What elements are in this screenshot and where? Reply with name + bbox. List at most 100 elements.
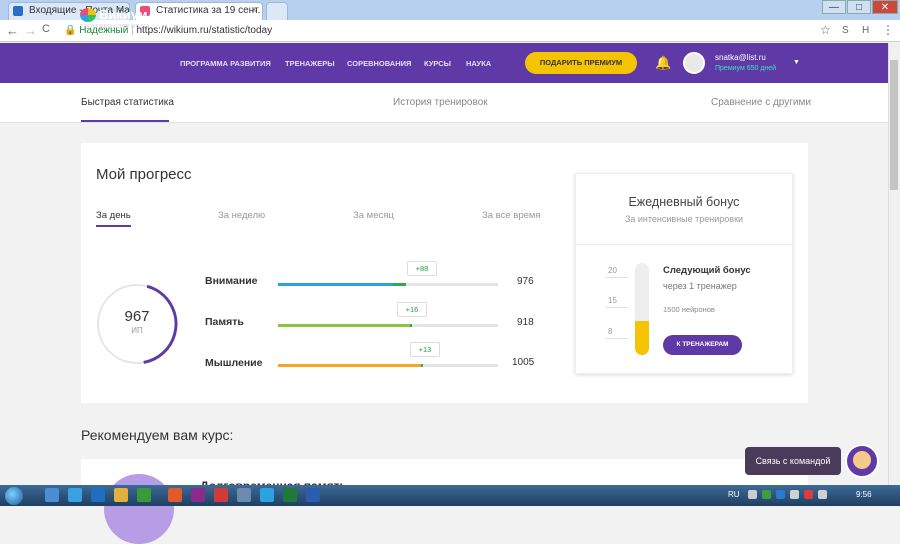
skill-bar-fill: [278, 364, 423, 367]
tray-icon[interactable]: [790, 490, 799, 499]
taskbar-app-icon[interactable]: [168, 488, 182, 502]
tab-quick-stats[interactable]: Быстрая статистика: [81, 97, 174, 108]
bonus-title: Ежедневный бонус: [628, 195, 740, 209]
skill-bar-thinking: [278, 364, 498, 367]
skill-bar-fill: [278, 283, 406, 286]
logo-icon[interactable]: [80, 8, 96, 22]
bell-icon[interactable]: 🔔: [655, 55, 671, 71]
scale-line: [606, 338, 628, 339]
user-email[interactable]: snatka@list.ru: [715, 53, 766, 62]
chevron-down-icon[interactable]: ▼: [793, 59, 800, 66]
menu-icon[interactable]: ⋮: [882, 23, 894, 37]
forward-arrow-icon[interactable]: →: [24, 23, 37, 38]
tray-icon[interactable]: [804, 490, 813, 499]
tab-compare-others[interactable]: Сравнение с другими: [711, 97, 811, 108]
active-period-indicator: [96, 225, 131, 227]
divider: [576, 244, 792, 245]
taskbar: RU 9:56: [0, 485, 900, 506]
gift-premium-button[interactable]: ПОДАРИТЬ ПРЕМИУМ: [525, 52, 637, 74]
reload-icon[interactable]: C: [42, 23, 50, 35]
scale-line: [606, 307, 628, 308]
taskbar-app-icon[interactable]: [214, 488, 228, 502]
bookmark-star-icon[interactable]: ☆: [820, 23, 831, 37]
clock[interactable]: 9:56: [856, 490, 872, 499]
extension-icon[interactable]: H: [862, 25, 869, 36]
url-field[interactable]: 🔒 Надежный | https://wikium.ru/statistic…: [64, 22, 834, 40]
skill-name-memory: Память: [205, 316, 244, 328]
progress-title: Мой прогресс: [96, 166, 192, 183]
new-tab-button[interactable]: [266, 2, 288, 20]
input-language[interactable]: RU: [728, 490, 740, 499]
taskbar-app-icon[interactable]: [45, 488, 59, 502]
skill-value-thinking: 1005: [512, 357, 535, 368]
logo-subtitle: ТРЕНАЖЕРЫ ДЛЯ МОЗГА: [80, 24, 150, 30]
skill-name-attention: Внимание: [205, 275, 258, 287]
active-tab-indicator: [81, 120, 169, 122]
taskbar-app-icon[interactable]: [137, 488, 151, 502]
nav-development-program[interactable]: ПРОГРАММА РАЗВИТИЯ: [180, 59, 271, 68]
next-bonus-title: Следующий бонус: [663, 265, 751, 276]
skill-bar-fill: [278, 324, 412, 327]
tray-icon[interactable]: [762, 490, 771, 499]
scale-line: [606, 277, 628, 278]
skill-gain-badge: +88: [407, 261, 437, 276]
contact-team-button[interactable]: Связь с командой: [745, 447, 841, 475]
period-month[interactable]: За месяц: [353, 210, 394, 221]
score-value: 967: [124, 308, 150, 325]
url-text: https://wikium.ru/statistic/today: [136, 25, 273, 36]
skill-gain-badge: +13: [410, 342, 440, 357]
tray-icon[interactable]: [776, 490, 785, 499]
nav-trainers[interactable]: ТРЕНАЖЕРЫ: [285, 59, 335, 68]
nav-courses[interactable]: КУРСЫ: [424, 59, 451, 68]
avatar[interactable]: [683, 52, 705, 74]
lock-icon: 🔒: [64, 25, 77, 36]
tab-training-history[interactable]: История тренировок: [393, 97, 488, 108]
bonus-neurons: 1500 нейронов: [663, 305, 715, 314]
start-button-icon[interactable]: [5, 487, 23, 505]
tray-icon[interactable]: [748, 490, 757, 499]
bonus-meter-fill: [635, 320, 649, 355]
tray-icon[interactable]: [818, 490, 827, 499]
back-arrow-icon[interactable]: ←: [6, 23, 19, 38]
skill-value-memory: 918: [517, 317, 534, 328]
taskbar-app-icon[interactable]: [260, 488, 274, 502]
taskbar-app-icon[interactable]: [191, 488, 205, 502]
to-trainers-button[interactable]: К ТРЕНАЖЕРАМ: [663, 335, 742, 355]
stats-subnav: Быстрая статистика История тренировок Ср…: [0, 83, 888, 123]
mail-icon: [13, 6, 23, 16]
period-all-time[interactable]: За все время: [482, 210, 541, 221]
skill-bar-attention: [278, 283, 498, 286]
taskbar-app-icon[interactable]: [306, 488, 320, 502]
user-premium-status: Премиум 650 дней: [715, 65, 777, 72]
next-bonus-subtitle: через 1 тренажер: [663, 281, 737, 291]
skype-extension-icon[interactable]: S: [842, 25, 849, 36]
taskbar-app-icon[interactable]: [91, 488, 105, 502]
tab-close-icon[interactable]: ×: [251, 3, 257, 19]
period-day[interactable]: За день: [96, 210, 131, 221]
taskbar-app-icon[interactable]: [68, 488, 82, 502]
period-week[interactable]: За неделю: [218, 210, 265, 221]
skill-bar-gain: [393, 283, 406, 286]
skill-bar-memory: [278, 324, 498, 327]
bonus-meter: [635, 263, 649, 355]
tab-statistics[interactable]: Статистика за 19 сент. 2 ×: [135, 2, 263, 20]
logo-name[interactable]: Викиум: [99, 7, 148, 22]
scale-label: 8: [608, 327, 613, 336]
nav-science[interactable]: НАУКА: [466, 59, 491, 68]
skill-value-attention: 976: [517, 276, 534, 287]
scale-label: 15: [608, 296, 617, 305]
taskbar-app-icon[interactable]: [237, 488, 251, 502]
maximize-button[interactable]: □: [847, 0, 871, 14]
minimize-button[interactable]: —: [822, 0, 846, 14]
taskbar-app-icon[interactable]: [114, 488, 128, 502]
skill-bar-gain: [410, 324, 412, 327]
taskbar-app-icon[interactable]: [283, 488, 297, 502]
skill-gain-badge: +16: [397, 302, 427, 317]
scrollbar-thumb[interactable]: [890, 60, 898, 190]
support-face-icon: [853, 451, 871, 469]
bonus-subtitle: За интенсивные тренировки: [624, 214, 744, 224]
close-window-button[interactable]: ✕: [872, 0, 898, 14]
recommend-title: Рекомендуем вам курс:: [81, 427, 234, 443]
nav-competitions[interactable]: СОРЕВНОВАНИЯ: [347, 59, 411, 68]
score-unit: ИП: [131, 326, 143, 335]
